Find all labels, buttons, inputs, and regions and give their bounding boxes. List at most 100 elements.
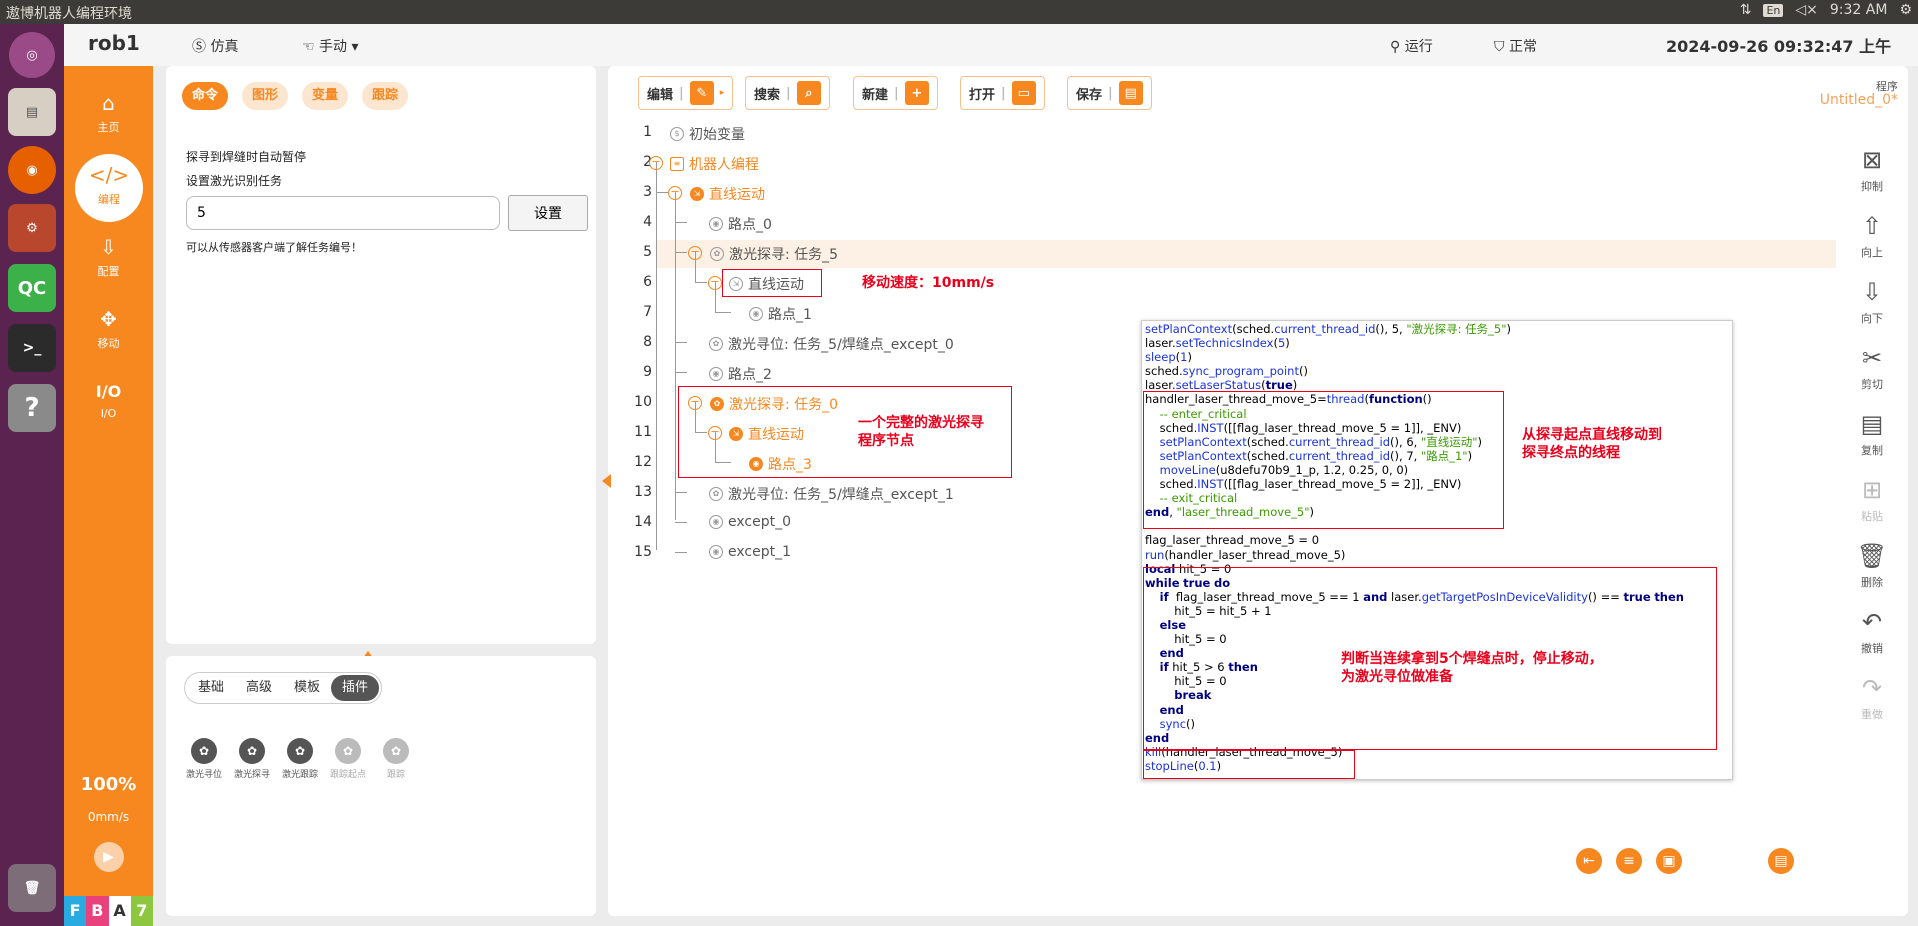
settings-app-icon[interactable]: ⚙ <box>8 204 56 252</box>
tree-node[interactable]: $ 初始变量 <box>670 124 745 144</box>
search-button[interactable]: 搜索 | ⌕ <box>745 76 830 110</box>
firefox-icon[interactable]: ◉ <box>8 146 56 194</box>
plugin-track[interactable]: ✿ 跟踪 <box>374 738 418 780</box>
terminal-icon[interactable]: >_ <box>8 324 56 372</box>
tree-node[interactable]: ✿ 激光寻位: 任务_5/焊缝点_except_1 <box>709 484 954 504</box>
line-number: 12 <box>634 454 652 470</box>
collapse-left-arrow-icon[interactable] <box>602 474 611 488</box>
trash-icon[interactable]: 🗑 <box>8 864 56 912</box>
delete-button[interactable]: 🗑 删除 <box>1844 542 1900 590</box>
variable-icon: $ <box>670 127 684 141</box>
plugin-laser-locate[interactable]: ✿ 激光寻位 <box>182 738 226 780</box>
tree-node[interactable]: ≡ 机器人编程 <box>670 154 759 174</box>
help-icon[interactable]: ? <box>8 384 56 432</box>
save-button[interactable]: 保存 | ▤ <box>1067 76 1152 110</box>
cut-button[interactable]: ✂ 剪切 <box>1844 344 1900 392</box>
script-view-button[interactable]: ▤ <box>1768 848 1794 874</box>
tab-template[interactable]: 模板 <box>283 675 331 701</box>
copy-button[interactable]: ▤ 复制 <box>1844 410 1900 458</box>
line-number: 2 <box>643 154 652 170</box>
tool-label: 重做 <box>1861 708 1883 721</box>
move-up-button[interactable]: ⇧ 向上 <box>1844 212 1900 260</box>
move-down-button[interactable]: ⇩ 向下 <box>1844 278 1900 326</box>
line-number: 8 <box>643 334 652 350</box>
nav-label: 配置 <box>97 265 120 278</box>
nav-move[interactable]: ✥ 移动 <box>64 306 153 351</box>
tool-label: 剪切 <box>1861 378 1883 391</box>
nav-home[interactable]: ⌂ 主页 <box>64 90 153 135</box>
qc-app-icon[interactable]: QC <box>8 264 56 312</box>
code-line: laser.setTechnicsIndex(5) <box>1145 336 1290 351</box>
tree-node[interactable]: ◉ 路点_0 <box>709 214 772 234</box>
arrow-down-icon: ⇩ <box>1861 278 1883 306</box>
config-icon: ⇩ <box>100 235 117 259</box>
tab-command[interactable]: 命令 <box>182 82 229 110</box>
tree-line <box>656 192 668 193</box>
network-icon[interactable]: ⇅ <box>1740 2 1752 18</box>
tree-node[interactable]: ◉ except_0 <box>709 514 791 530</box>
fold-left-button[interactable]: ⇤ <box>1576 848 1602 874</box>
tab-basic[interactable]: 基础 <box>187 675 235 701</box>
save-label: 保存 <box>1076 87 1103 103</box>
ubuntu-logo-icon[interactable]: ◎ <box>9 32 55 78</box>
settings-gear-icon[interactable]: ⚙ <box>1899 2 1912 18</box>
tree-line <box>656 162 657 550</box>
tree-node[interactable]: ◉ 路点_2 <box>709 364 772 384</box>
nav-io[interactable]: I/O I/O <box>64 378 153 421</box>
play-button[interactable]: ▶ <box>64 842 153 875</box>
suppress-button[interactable]: ⊠ 抑制 <box>1844 146 1900 194</box>
collapse-toggle[interactable]: − <box>649 156 663 170</box>
mode-dropdown[interactable]: ☜ 手动 ▾ <box>302 36 359 56</box>
tree-line <box>675 252 687 253</box>
open-button[interactable]: 打开 | ▭ <box>960 76 1045 110</box>
nav-config[interactable]: ⇩ 配置 <box>64 234 153 279</box>
tree-node[interactable]: ✿ 激光探寻: 任务_5 <box>710 244 838 264</box>
annotation-speed: 移动速度：10mm/s <box>862 275 995 291</box>
set-button[interactable]: 设置 <box>508 195 588 231</box>
line-number: 1 <box>643 124 652 140</box>
collapse-toggle[interactable]: − <box>688 246 702 260</box>
tab-advanced[interactable]: 高级 <box>235 675 283 701</box>
tree-line <box>675 222 687 223</box>
undo-button[interactable]: ↶ 撤销 <box>1844 608 1900 656</box>
fold-all-button[interactable]: ≡ <box>1616 848 1642 874</box>
keyboard-indicator[interactable]: En <box>1763 3 1784 17</box>
tab-trace[interactable]: 跟踪 <box>362 82 409 110</box>
clock[interactable]: 9:32 AM <box>1830 2 1888 18</box>
insert-panel: 基础 高级 模板 插件 ✿ 激光寻位 ✿ 激光探寻 ✿ 激光跟踪 ✿ 跟踪起点 ✿ 跟踪 <box>166 656 596 916</box>
tree-node[interactable]: ✿ 激光寻位: 任务_5/焊缝点_except_0 <box>709 334 954 354</box>
waypoint-icon: ◉ <box>749 307 763 321</box>
collapse-toggle[interactable]: − <box>668 186 682 200</box>
home-icon: ⌂ <box>102 91 115 115</box>
volume-icon[interactable]: ◁× <box>1795 2 1818 18</box>
tree-node[interactable]: ⇲ 直线运动 <box>690 184 765 204</box>
waypoint-icon: ◉ <box>709 367 723 381</box>
redo-button[interactable]: ↷ 重做 <box>1844 674 1900 722</box>
edit-button[interactable]: 编辑 | ✎ ▸ <box>638 76 734 110</box>
tree-node[interactable]: ◉ 路点_1 <box>749 304 812 324</box>
paste-button[interactable]: ⊞ 粘贴 <box>1844 476 1900 524</box>
nav-program[interactable]: </> 编程 <box>75 154 143 222</box>
new-button[interactable]: 新建 | + <box>853 76 938 110</box>
auto-pause-label: 探寻到焊缝时自动暂停 <box>186 150 307 164</box>
expand-all-button[interactable]: ▣ <box>1656 848 1682 874</box>
collapse-toggle[interactable]: − <box>708 276 722 290</box>
plugin-laser-search[interactable]: ✿ 激光探寻 <box>230 738 274 780</box>
waypoint-icon: ◉ <box>709 217 723 231</box>
plugin-track-start[interactable]: ✿ 跟踪起点 <box>326 738 370 780</box>
annotation-full-node: 一个完整的激光探寻 程序节点 <box>858 415 984 449</box>
tab-plugin[interactable]: 插件 <box>331 675 380 701</box>
launcher: ◎ ▤ ◉ ⚙ QC >_ ? 🗑 <box>0 24 64 926</box>
tab-variables[interactable]: 变量 <box>302 82 349 110</box>
plugin-label: 激光跟踪 <box>281 770 318 780</box>
line-number: 9 <box>643 364 652 380</box>
robot-arm-icon: ⚲ <box>1390 39 1405 55</box>
files-icon[interactable]: ▤ <box>8 88 56 136</box>
task-hint: 可以从传感器客户端了解任务编号！ <box>186 241 362 254</box>
sim-toggle[interactable]: Ⓢ 仿真 <box>192 36 238 56</box>
tab-graphics[interactable]: 图形 <box>242 82 289 110</box>
task-number-input[interactable] <box>186 196 500 230</box>
tool-label: 抑制 <box>1861 180 1883 193</box>
tree-node[interactable]: ◉ except_1 <box>709 544 791 560</box>
plugin-laser-track[interactable]: ✿ 激光跟踪 <box>278 738 322 780</box>
